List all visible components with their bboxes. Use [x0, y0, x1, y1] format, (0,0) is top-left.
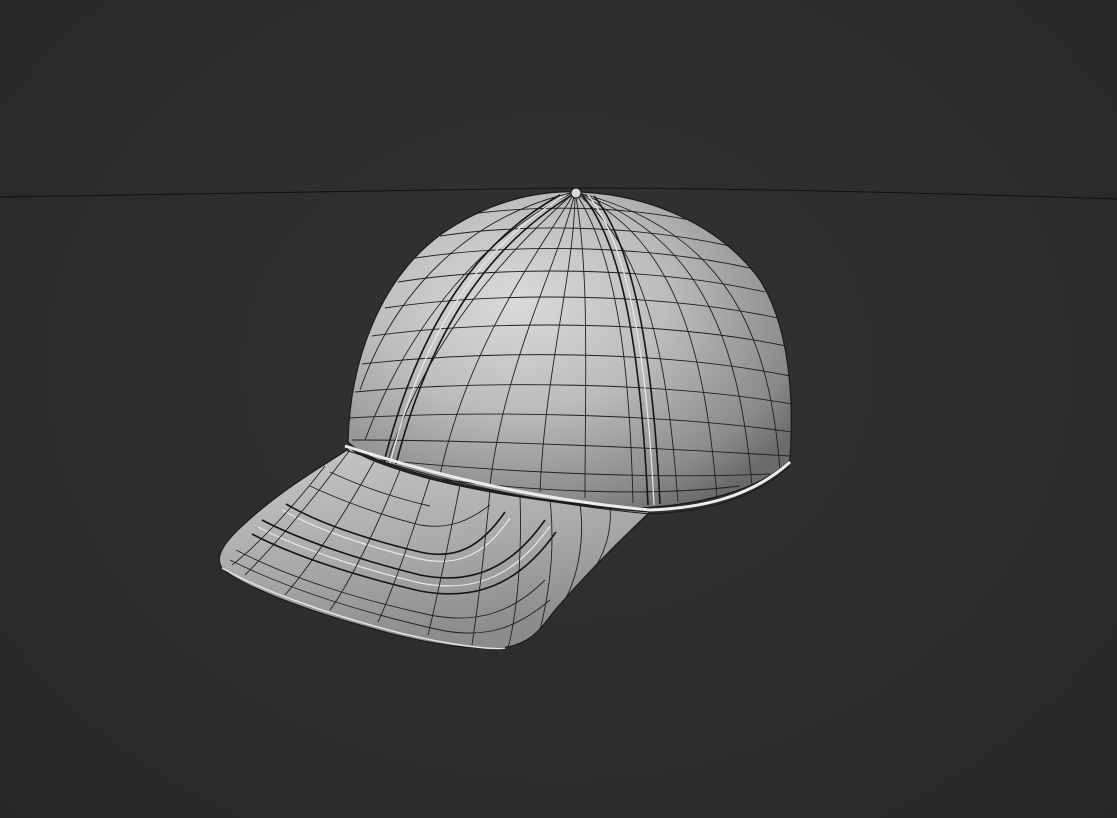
crown-button: [570, 187, 582, 199]
cap-crown[interactable]: [347, 187, 792, 509]
viewport-canvas[interactable]: [0, 0, 1117, 818]
3d-viewport[interactable]: [0, 0, 1117, 818]
